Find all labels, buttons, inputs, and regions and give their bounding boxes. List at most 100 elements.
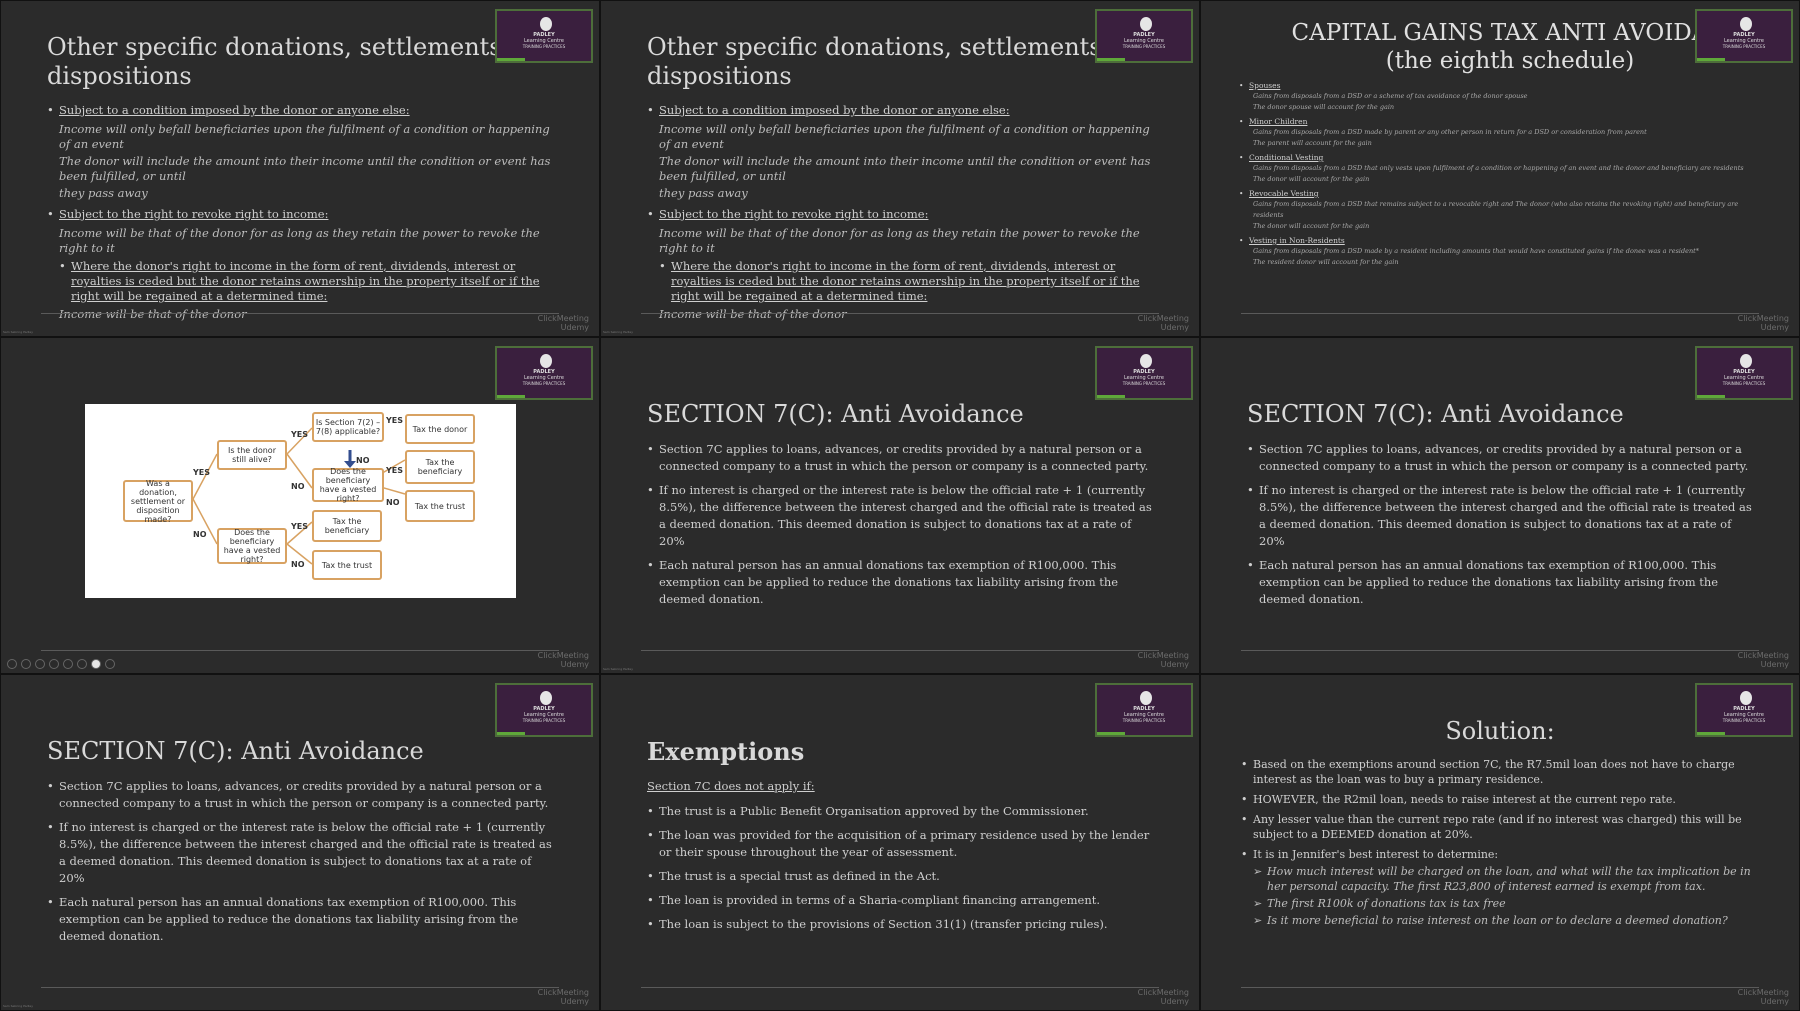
section-line: Gains from disposals from a DSD or a sch…: [1253, 92, 1528, 100]
bullet-heading: Subject to a condition imposed by the do…: [659, 103, 1010, 117]
slide-thumbnail[interactable]: Other specific donations, settlements or…: [600, 0, 1200, 337]
bullet-item: HOWEVER, the R2mil loan, needs to raise …: [1241, 792, 1771, 807]
outcome-tax-donor: Tax the donor: [405, 414, 475, 444]
slide-thumbnail[interactable]: SECTION 7(C): Anti Avoidance Section 7C …: [600, 337, 1200, 674]
outcome-tax-beneficiary: Tax the beneficiary: [312, 510, 382, 542]
watermark: ClickMeeting Udemy: [538, 314, 589, 332]
logo-text: TRAINING PRACTICES: [522, 718, 566, 723]
sub-bullet: ➢ The first R100k of donations tax is tax…: [1253, 897, 1506, 910]
bullet-line: Income will be that of the donor: [59, 307, 247, 321]
watermark-app: Udemy: [560, 997, 589, 1006]
slide-thumbnail[interactable]: Exemptions Section 7C does not apply if:…: [600, 674, 1200, 1011]
bullet-item: It is in Jennifer's best interest to det…: [1241, 847, 1771, 862]
bullet-item: Section 7C applies to loans, advances, o…: [1247, 441, 1759, 475]
bullet-line: Income will only befall beneficiaries up…: [659, 122, 1150, 151]
bullet-item: If no interest is charged or the interes…: [647, 482, 1159, 550]
slide-thumbnail[interactable]: Solution: Based on the exemptions around…: [1200, 674, 1800, 1011]
logo-bar: [1097, 732, 1125, 735]
bullet-line: Income will be that of the donor: [659, 307, 847, 321]
emblem-icon: [1140, 354, 1152, 368]
bullet-line: they pass away: [659, 186, 748, 200]
padley-logo: PADLEY Learning Centre TRAINING PRACTICES: [1095, 346, 1193, 400]
section-heading: Vesting in Non-Residents: [1239, 235, 1769, 246]
slide-grid: Other specific donations, settlements or…: [0, 0, 1800, 1011]
slide-thumbnail[interactable]: Was a donation, settlement or dispositio…: [0, 337, 600, 674]
emblem-icon: [1140, 17, 1152, 31]
section-heading: Revocable Vesting: [1239, 188, 1769, 199]
divider: [1241, 313, 1759, 314]
section-line: The parent will account for the gain: [1253, 139, 1372, 147]
watermark-brand: ClickMeeting: [1737, 651, 1789, 660]
presentation-toolbar: [7, 659, 115, 669]
padley-logo: PADLEY Learning Centre TRAINING PRACTICES: [495, 9, 593, 63]
slide-thumbnail[interactable]: SECTION 7(C): Anti Avoidance Section 7C …: [0, 674, 600, 1011]
emblem-icon: [1740, 691, 1752, 705]
emblem-icon: [540, 354, 552, 368]
watermark: ClickMeeting Udemy: [1138, 988, 1189, 1006]
slide-subtitle: (the eighth schedule): [1385, 48, 1635, 74]
slides-icon[interactable]: [49, 659, 59, 669]
bullet-line: The donor will include the amount into t…: [659, 154, 1151, 183]
slide-thumbnail[interactable]: Other specific donations, settlements or…: [0, 0, 600, 337]
next-icon[interactable]: [21, 659, 31, 669]
zoom-icon[interactable]: [63, 659, 73, 669]
no-label: NO: [291, 560, 305, 569]
slide-thumbnail[interactable]: CAPITAL GAINS TAX ANTI AVOIDAN (the eigh…: [1200, 0, 1800, 337]
slide-content: Spouses Gains from disposals from a DSD …: [1239, 77, 1769, 268]
outcome-tax-beneficiary: Tax the beneficiary: [405, 450, 475, 484]
watermark-app: Udemy: [1160, 997, 1189, 1006]
yes-label: YES: [193, 468, 211, 477]
divider: [41, 313, 559, 314]
logo-text: TRAINING PRACTICES: [1122, 718, 1166, 723]
bullet-item: Section 7C applies to loans, advances, o…: [647, 441, 1159, 475]
slide-title: SECTION 7(C): Anti Avoidance: [1247, 400, 1624, 428]
corner-text: Sam Sebring Padley: [603, 330, 633, 334]
sub-bullet-text: The first R100k of donations tax is tax …: [1267, 897, 1506, 910]
prev-icon[interactable]: [7, 659, 17, 669]
bullet-item: The trust is a Public Benefit Organisati…: [647, 803, 1159, 820]
sub-bullet-text: How much interest will be charged on the…: [1267, 865, 1751, 893]
decision-vested-right: Does the beneficiary have a vested right…: [217, 528, 287, 564]
watermark-brand: ClickMeeting: [537, 314, 589, 323]
watermark-app: Udemy: [1160, 323, 1189, 332]
no-label: NO: [291, 482, 305, 491]
logo-text: TRAINING PRACTICES: [1122, 44, 1166, 49]
padley-logo: PADLEY Learning Centre TRAINING PRACTICES: [1695, 683, 1793, 737]
padley-logo: PADLEY Learning Centre TRAINING PRACTICES: [1695, 9, 1793, 63]
logo-text: TRAINING PRACTICES: [1722, 44, 1766, 49]
bullet-item: Any lesser value than the current repo r…: [1241, 812, 1771, 842]
sub-bullet: ➢ How much interest will be charged on th…: [1253, 865, 1751, 893]
more-icon[interactable]: [105, 659, 115, 669]
section-line: Gains from disposals from a DSD that onl…: [1253, 164, 1744, 172]
logo-text: TRAINING PRACTICES: [1722, 718, 1766, 723]
bullet-item: If no interest is charged or the interes…: [47, 819, 559, 887]
watermark-app: Udemy: [1160, 660, 1189, 669]
bullet-heading: Subject to a condition imposed by the do…: [59, 103, 410, 117]
bullet-item: The trust is a special trust as defined …: [647, 868, 1159, 885]
no-label: NO: [356, 456, 370, 465]
slide-content: Section 7C applies to loans, advances, o…: [47, 778, 559, 952]
subtitles-icon[interactable]: [77, 659, 87, 669]
bullet-item: The loan is provided in terms of a Shari…: [647, 892, 1159, 909]
decision-donor-alive: Is the donor still alive?: [217, 440, 287, 470]
divider: [641, 313, 1159, 314]
logo-bar: [497, 58, 525, 61]
corner-text: Sam Sebring Padley: [603, 667, 633, 671]
bullet-item: Section 7C applies to loans, advances, o…: [47, 778, 559, 812]
pen-icon[interactable]: [35, 659, 45, 669]
outcome-tax-trust: Tax the trust: [405, 490, 475, 522]
bullet-item: Each natural person has an annual donati…: [47, 894, 559, 945]
bullet-item: Based on the exemptions around section 7…: [1241, 757, 1771, 787]
bullet-heading: Subject to the right to revoke right to …: [659, 207, 929, 221]
emblem-icon: [1140, 691, 1152, 705]
watermark-app: Udemy: [1760, 997, 1789, 1006]
emblem-icon: [1740, 17, 1752, 31]
slide-thumbnail[interactable]: SECTION 7(C): Anti Avoidance Section 7C …: [1200, 337, 1800, 674]
section-heading: Spouses: [1239, 80, 1769, 91]
sub-bullet: ➢ Is it more beneficial to raise interest…: [1253, 914, 1728, 927]
slide-content: Section 7C does not apply if: The trust …: [647, 778, 1159, 940]
pointer-icon[interactable]: [91, 659, 101, 669]
section-line: Gains from disposals from a DSD made by …: [1253, 128, 1647, 136]
watermark-app: Udemy: [560, 660, 589, 669]
slide-content: Based on the exemptions around section 7…: [1241, 757, 1771, 930]
